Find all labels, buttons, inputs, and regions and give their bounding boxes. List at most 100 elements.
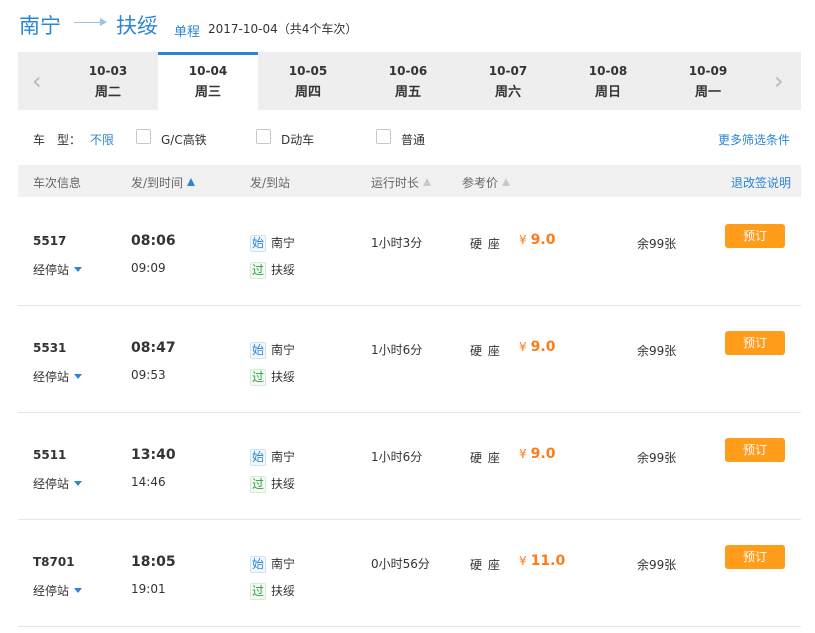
train-number[interactable]: 5531: [33, 341, 66, 355]
train-row: 5511 经停站 13:40 14:46 始南宁过扶绥 1小时6分 硬 座 ¥9.0 余99张 预…: [18, 412, 801, 520]
date-tab-weekday: 周四: [294, 85, 321, 100]
departure-time: 08:06: [131, 233, 176, 249]
stops-toggle[interactable]: 经停站: [33, 368, 83, 385]
departure-station-name: 南宁: [271, 236, 296, 250]
date-bar: ‹ 10-03 周二 10-04 周三 10-05 周四 10-06 周五 10-07 周六 10-…: [18, 52, 801, 110]
start-station-badge: 始: [250, 235, 266, 252]
chevron-right-icon[interactable]: ›: [774, 69, 784, 93]
sort-up-icon: [423, 178, 432, 186]
date-tab[interactable]: 10-04 周三: [158, 52, 258, 110]
date-tab-date: 10-06: [388, 64, 428, 78]
run-duration: 0小时56分: [371, 557, 430, 571]
tickets-remaining: 余99张: [637, 237, 677, 251]
arrival-station-name: 扶绥: [271, 263, 296, 277]
departure-station-name: 南宁: [271, 450, 296, 464]
date-tab[interactable]: 10-09 周一: [658, 52, 758, 110]
stops-toggle[interactable]: 经停站: [33, 582, 83, 599]
start-station-badge: 始: [250, 342, 266, 359]
date-tab-date: 10-08: [588, 64, 628, 78]
ticket-price: ¥9.0: [519, 339, 555, 355]
departure-station: 始南宁: [250, 448, 295, 466]
arrival-time: 09:53: [131, 368, 166, 382]
pass-station-badge: 过: [250, 369, 266, 386]
seat-type: 硬 座: [470, 344, 501, 358]
gc-highspeed-checkbox[interactable]: [136, 129, 151, 144]
arrival-time: 14:46: [131, 475, 166, 489]
refund-change-link[interactable]: 退改签说明: [731, 174, 791, 191]
col-duration-label: 运行时长: [371, 176, 420, 190]
date-tab[interactable]: 10-08 周日: [558, 52, 658, 110]
departure-time: 18:05: [131, 554, 176, 570]
departure-station-name: 南宁: [271, 343, 296, 357]
normal-train-label: 普通: [401, 133, 426, 147]
arrival-station-name: 扶绥: [271, 477, 296, 491]
more-filters-link[interactable]: 更多筛选条件: [718, 131, 790, 148]
start-station-badge: 始: [250, 449, 266, 466]
col-duration[interactable]: 运行时长: [371, 174, 432, 191]
stops-toggle[interactable]: 经停站: [33, 261, 83, 278]
col-dep-arr-time[interactable]: 发/到时间: [131, 174, 196, 191]
chevron-down-icon: [74, 588, 83, 593]
price-value: 9.0: [530, 446, 556, 462]
pass-station-badge: 过: [250, 583, 266, 600]
col-dep-arr-station: 发/到站: [250, 176, 291, 190]
arrival-station: 过扶绥: [250, 475, 295, 493]
arrival-station: 过扶绥: [250, 261, 295, 279]
date-tab[interactable]: 10-06 周五: [358, 52, 458, 110]
date-tab[interactable]: 10-03 周二: [58, 52, 158, 110]
stops-label: 经停站: [33, 370, 70, 384]
stops-label: 经停站: [33, 584, 70, 598]
d-emu-checkbox[interactable]: [256, 129, 271, 144]
currency-symbol: ¥: [519, 447, 527, 461]
trip-type[interactable]: 单程: [174, 21, 200, 40]
arrival-time: 09:09: [131, 261, 166, 275]
arrival-station: 过扶绥: [250, 368, 295, 386]
price-value: 11.0: [530, 553, 566, 569]
date-tab-date: 10-05: [288, 64, 328, 78]
train-number[interactable]: 5517: [33, 234, 66, 248]
departure-time: 08:47: [131, 340, 176, 356]
arrival-station: 过扶绥: [250, 582, 295, 600]
date-tab-date: 10-09: [688, 64, 728, 78]
seat-type: 硬 座: [470, 451, 501, 465]
ticket-price: ¥11.0: [519, 553, 565, 569]
normal-train-checkbox[interactable]: [376, 129, 391, 144]
ticket-price: ¥9.0: [519, 446, 555, 462]
train-type-no-limit[interactable]: 不限: [90, 131, 114, 148]
col-price[interactable]: 参考价: [462, 174, 511, 191]
date-tab-weekday: 周三: [194, 85, 221, 100]
col-train-info: 车次信息: [33, 176, 82, 190]
run-duration: 1小时6分: [371, 343, 423, 357]
from-city: 南宁: [19, 14, 61, 38]
train-number[interactable]: T8701: [33, 555, 75, 569]
departure-station-name: 南宁: [271, 557, 296, 571]
book-button[interactable]: 预订: [725, 224, 785, 248]
seat-type: 硬 座: [470, 237, 501, 251]
start-station-badge: 始: [250, 556, 266, 573]
date-tab-date: 10-03: [88, 64, 128, 78]
chevron-left-icon[interactable]: ‹: [32, 69, 42, 93]
date-tab-date: 10-07: [488, 64, 528, 78]
date-tab-weekday: 周日: [594, 85, 621, 100]
sort-up-icon: [187, 178, 196, 186]
price-value: 9.0: [530, 232, 556, 248]
date-tab[interactable]: 10-05 周四: [258, 52, 358, 110]
tickets-remaining: 余99张: [637, 451, 677, 465]
book-button[interactable]: 预订: [725, 438, 785, 462]
price-value: 9.0: [530, 339, 556, 355]
book-button[interactable]: 预订: [725, 331, 785, 355]
stops-toggle[interactable]: 经停站: [33, 475, 83, 492]
train-number[interactable]: 5511: [33, 448, 66, 462]
book-button[interactable]: 预订: [725, 545, 785, 569]
date-tab-weekday: 周二: [94, 85, 121, 100]
date-tab-weekday: 周五: [394, 85, 421, 100]
ticket-price: ¥9.0: [519, 232, 555, 248]
date-tab[interactable]: 10-07 周六: [458, 52, 558, 110]
date-tab-weekday: 周六: [494, 85, 521, 100]
departure-time: 13:40: [131, 447, 176, 463]
run-duration: 1小时3分: [371, 236, 423, 250]
run-duration: 1小时6分: [371, 450, 423, 464]
col-dep-arr-time-label: 发/到时间: [131, 176, 184, 190]
route-arrow-head-icon: [100, 18, 107, 26]
train-row: T8701 经停站 18:05 19:01 始南宁过扶绥 0小时56分 硬 座 ¥11.0 余9…: [18, 519, 801, 627]
